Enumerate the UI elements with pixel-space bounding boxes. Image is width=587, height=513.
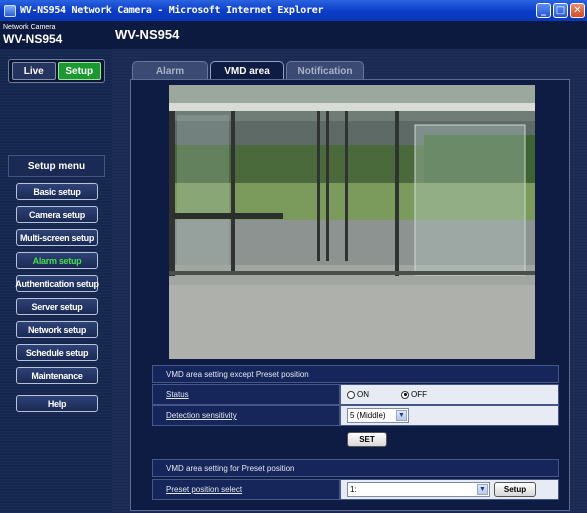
main-content: Alarm VMD area Notification VMD area set… — [112, 49, 587, 513]
window-titlebar: WV-NS954 Network Camera - Microsoft Inte… — [0, 0, 587, 21]
preset-position-select[interactable]: 1: ▼ — [347, 482, 490, 497]
radio-off-icon — [401, 390, 409, 399]
preset-setup-button[interactable]: Setup — [494, 482, 536, 497]
tab-alarm[interactable]: Alarm — [132, 61, 208, 80]
preset-value-cell: 1: ▼ Setup — [340, 479, 559, 500]
tab-notification[interactable]: Notification — [286, 61, 364, 80]
status-label: Status — [152, 384, 340, 405]
sensitivity-select[interactable]: 5 (Middle) ▼ — [347, 408, 409, 423]
close-icon[interactable]: ✕ — [570, 3, 585, 18]
status-off-label: OFF — [411, 390, 427, 399]
window-controls: _ □ ✕ — [536, 3, 585, 18]
sidebar-item-maintenance[interactable]: Maintenance — [16, 367, 98, 384]
chevron-down-icon[interactable]: ▼ — [477, 484, 488, 495]
sensitivity-label: Detection sensitivity — [152, 405, 340, 426]
minimize-icon[interactable]: _ — [536, 3, 551, 18]
sidebar-item-authentication-setup[interactable]: Authentication setup — [15, 275, 99, 292]
preset-select-label: Preset position select — [152, 479, 340, 500]
sidebar-item-schedule-setup[interactable]: Schedule setup — [16, 344, 98, 361]
sensitivity-selected-value: 5 (Middle) — [350, 411, 386, 420]
sidebar-item-alarm-setup[interactable]: Alarm setup — [16, 252, 98, 269]
set-button[interactable]: SET — [347, 432, 387, 447]
sensitivity-value-cell: 5 (Middle) ▼ — [340, 405, 559, 426]
sidebar-item-basic-setup[interactable]: Basic setup — [16, 183, 98, 200]
status-row: Status ON OFF — [152, 384, 559, 405]
status-on-radio[interactable]: ON — [347, 390, 369, 399]
sidebar-item-server-setup[interactable]: Server setup — [16, 298, 98, 315]
sidebar-item-network-setup[interactable]: Network setup — [16, 321, 98, 338]
chevron-down-icon[interactable]: ▼ — [396, 410, 407, 421]
status-value-cell: ON OFF — [340, 384, 559, 405]
page-title: WV-NS954 — [115, 27, 180, 42]
setup-menu-title: Setup menu — [8, 155, 105, 177]
setup-button[interactable]: Setup — [57, 62, 101, 80]
maximize-icon[interactable]: □ — [553, 3, 568, 18]
tab-vmd-area[interactable]: VMD area — [210, 61, 284, 80]
live-button[interactable]: Live — [12, 62, 56, 80]
status-off-radio[interactable]: OFF — [401, 390, 427, 399]
help-button[interactable]: Help — [16, 395, 98, 412]
ie-app-icon — [4, 4, 16, 17]
camera-image[interactable] — [169, 85, 535, 359]
mode-switch: Live Setup — [8, 59, 105, 83]
vmd-except-heading: VMD area setting except Preset position — [152, 365, 559, 383]
sidebar: Live Setup Setup menu Basic setup Camera… — [0, 49, 112, 513]
camera-scene — [169, 85, 535, 359]
sidebar-item-camera-setup[interactable]: Camera setup — [16, 206, 98, 223]
preset-row: Preset position select 1: ▼ Setup — [152, 479, 559, 500]
sensitivity-row: Detection sensitivity 5 (Middle) ▼ — [152, 405, 559, 426]
vmd-preset-heading: VMD area setting for Preset position — [152, 459, 559, 477]
brand-model-label: WV-NS954 — [3, 32, 63, 46]
sidebar-item-multi-screen-setup[interactable]: Multi-screen setup — [16, 229, 98, 246]
radio-on-icon — [347, 390, 355, 399]
preset-selected-value: 1: — [350, 485, 357, 494]
window-title: WV-NS954 Network Camera - Microsoft Inte… — [20, 5, 324, 16]
camera-header: Network Camera WV-NS954 WV-NS954 — [0, 21, 587, 49]
status-on-label: ON — [357, 390, 369, 399]
brand-small-label: Network Camera — [3, 24, 56, 31]
